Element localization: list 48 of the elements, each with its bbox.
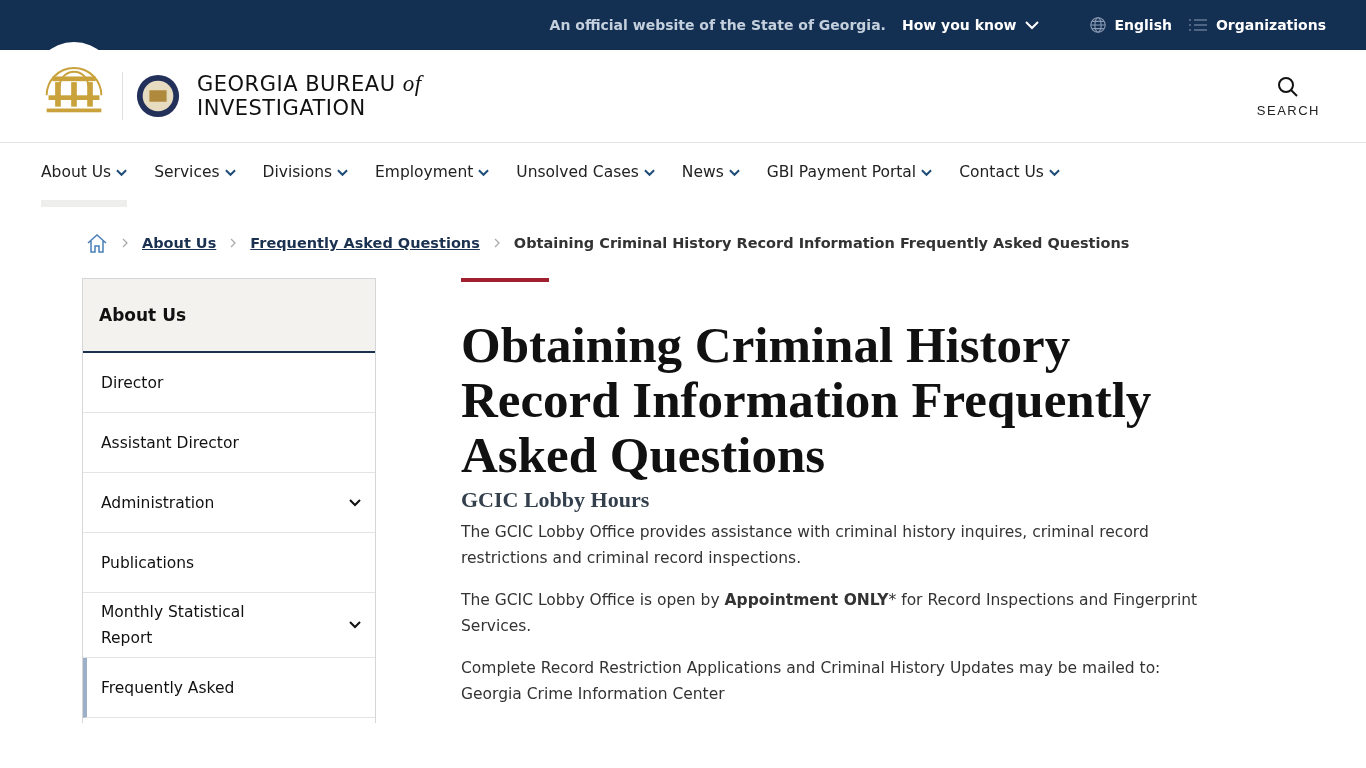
chevron-right-icon (230, 238, 237, 248)
breadcrumb-link[interactable]: Frequently Asked Questions (250, 235, 480, 251)
agency-seal-icon (135, 72, 181, 120)
breadcrumb-link[interactable]: About Us (142, 235, 217, 251)
nav-menu-item[interactable]: News (681, 163, 740, 207)
chevron-icon (643, 169, 655, 177)
search-button[interactable]: SEARCH (1250, 73, 1326, 119)
globe-icon (1088, 16, 1107, 34)
sidebar-item[interactable]: Frequently Asked (83, 658, 375, 718)
breadcrumb-current: Obtaining Criminal History Record Information Frequently Asked Questions (513, 235, 1130, 251)
chevron-icon (478, 169, 490, 177)
language-button[interactable]: English (1088, 16, 1172, 34)
chevron-right-icon (493, 238, 500, 248)
list-icon (1187, 17, 1208, 33)
nav-menu-item[interactable]: Services (154, 163, 236, 207)
chevron-icon (1048, 169, 1060, 177)
chevron-icon (224, 169, 236, 177)
chevron-icon[interactable] (349, 621, 361, 629)
sidebar-item[interactable]: Assistant Director (83, 413, 375, 473)
chevron-icon (116, 169, 128, 177)
chevron-icon (1024, 20, 1039, 30)
page-title: Obtaining Criminal History Record Information Frequently Asked Questions (461, 318, 1153, 483)
paragraph-text: Georgia Crime Information Center (461, 684, 726, 705)
home-icon[interactable] (86, 232, 108, 254)
how-you-know-button[interactable]: How you know (901, 17, 1039, 33)
chevron-icon (337, 169, 349, 177)
nav-menu-item[interactable]: Unsolved Cases (516, 163, 655, 207)
nav-menu-item[interactable]: About Us (41, 163, 128, 207)
official-notice: An official website of the State of Georgia. (549, 17, 886, 33)
chevron-icon[interactable] (349, 498, 361, 507)
section-heading: GCIC Lobby Hours (461, 487, 651, 513)
paragraph-text: The GCIC Lobby Office is open by Appointment ONLY* for Record Inspections and Fingerprint Services. (461, 590, 1199, 637)
agency-name[interactable]: GEORGIA BUREAU of INVESTIGATION (197, 72, 422, 120)
chevron-icon (921, 169, 933, 177)
sidebar-item[interactable]: Monthly Statistical Report (83, 593, 375, 658)
sidebar-item[interactable]: Publications (83, 533, 375, 593)
sidebar-title: About Us (83, 279, 375, 353)
nav-menu-item[interactable]: Employment (375, 163, 490, 207)
sidebar-item[interactable]: Administration (83, 473, 375, 533)
chevron-right-icon (122, 238, 128, 248)
chevron-icon (728, 169, 740, 177)
nav-menu-item[interactable]: Contact Us (959, 163, 1060, 207)
sidebar-item[interactable]: Director (83, 353, 375, 413)
organizations-button[interactable]: Organizations (1187, 17, 1326, 33)
paragraph-text: The GCIC Lobby Office provides assistance with criminal history inquires, criminal record restrictions and criminal record inspections. (461, 522, 1150, 569)
paragraph-text: Complete Record Restriction Applications and Criminal History Updates may be mailed to: (461, 658, 1162, 679)
nav-menu-item[interactable]: GBI Payment Portal (766, 163, 933, 207)
nav-menu-item[interactable]: Divisions (262, 163, 349, 207)
